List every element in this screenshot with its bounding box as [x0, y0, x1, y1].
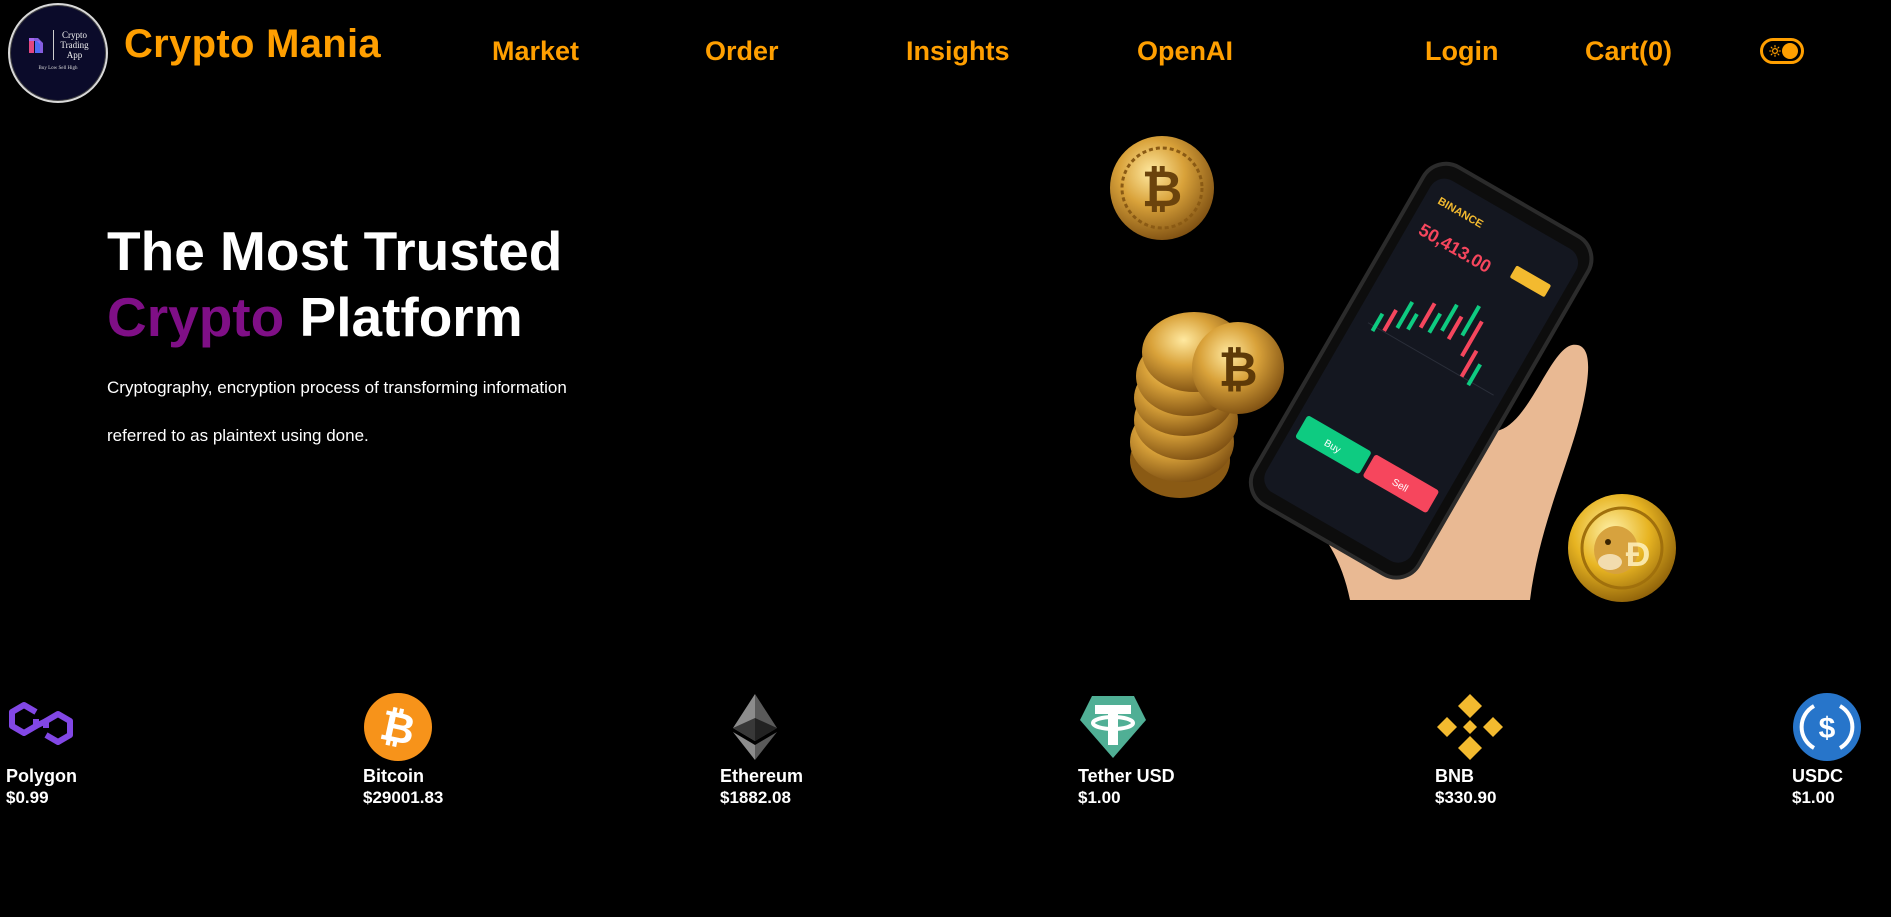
logo-mark-icon	[29, 37, 44, 53]
coin-name: USDC	[1792, 766, 1844, 786]
coin-card-polygon[interactable]: Polygon $0.99	[6, 692, 266, 807]
toggle-knob	[1782, 43, 1798, 59]
hero-title-line1: The Most Trusted	[107, 220, 563, 282]
coin-name: Bitcoin	[363, 766, 424, 786]
coin-price: $1.00	[1792, 788, 1835, 807]
logo-text-line: App	[66, 49, 83, 60]
login-link[interactable]: Login	[1425, 36, 1498, 67]
hero-title-rest: Platform	[284, 286, 523, 348]
coin-price: $1.00	[1078, 788, 1121, 807]
coin-name: Ethereum	[720, 766, 804, 786]
nav-order[interactable]: Order	[705, 36, 779, 67]
coin-card-bnb[interactable]: BNB $330.90	[1435, 692, 1695, 807]
bitcoin-coin-top: ₿	[1110, 136, 1214, 240]
hero-title: The Most Trusted Crypto Platform	[107, 218, 562, 350]
ethereum-icon	[733, 694, 777, 760]
svg-text:$: $	[1819, 712, 1836, 745]
logo-text-line: Trading	[60, 39, 89, 50]
coin-name: Tether USD	[1078, 766, 1175, 786]
nav-openai[interactable]: OpenAI	[1137, 36, 1233, 67]
hero-title-accent: Crypto	[107, 286, 285, 348]
hero-illustration: ₿ ₿ BINANCE 50,413.00 Buy Sell Ð	[1110, 136, 1676, 602]
dogecoin-coin: Ð	[1568, 494, 1676, 602]
cart-link[interactable]: Cart(0)	[1585, 36, 1672, 67]
coin-name: Polygon	[6, 766, 77, 786]
hero-description-line2: referred to as plaintext using done.	[107, 426, 369, 445]
coin-card-usdc[interactable]: $ USDC $1.00	[1792, 692, 1891, 807]
coin-card-ethereum[interactable]: Ethereum $1882.08	[720, 692, 980, 807]
logo-text: Crypto Trading App	[60, 30, 88, 60]
tether-icon	[1080, 696, 1146, 758]
polygon-icon	[9, 702, 73, 745]
logo-text-line: Crypto	[61, 29, 87, 40]
logo-divider	[53, 29, 55, 60]
coin-price: $29001.83	[363, 788, 444, 807]
nav-insights[interactable]: Insights	[906, 36, 1010, 67]
logo-row: Crypto Trading App	[27, 29, 89, 60]
theme-toggle[interactable]	[1760, 38, 1804, 64]
coin-name: BNB	[1435, 766, 1474, 786]
hero-description: Cryptography, encryption process of tran…	[107, 364, 667, 460]
logo-tagline: Buy Low Sell High	[38, 65, 78, 71]
bitcoin-icon: ₿	[364, 693, 432, 761]
svg-text:₿: ₿	[1218, 344, 1257, 397]
svg-text:Ð: Ð	[1626, 536, 1651, 574]
brand-title[interactable]: Crypto Mania	[124, 22, 381, 67]
phone: BINANCE 50,413.00 Buy Sell	[1248, 161, 1594, 580]
coin-price: $0.99	[6, 788, 49, 807]
coin-card-tether[interactable]: Tether USD $1.00	[1078, 692, 1338, 807]
usdc-icon: $	[1793, 693, 1861, 761]
logo-badge[interactable]: Crypto Trading App Buy Low Sell High	[8, 3, 108, 103]
nav-market[interactable]: Market	[492, 36, 579, 67]
sun-icon	[1769, 45, 1781, 57]
bnb-icon	[1437, 694, 1503, 760]
coin-price: $330.90	[1435, 788, 1497, 807]
coin-card-bitcoin[interactable]: ₿ Bitcoin $29001.83	[363, 692, 623, 807]
coin-price: $1882.08	[720, 788, 791, 807]
svg-text:₿: ₿	[1142, 161, 1183, 217]
hero-description-line1: Cryptography, encryption process of tran…	[107, 378, 567, 397]
